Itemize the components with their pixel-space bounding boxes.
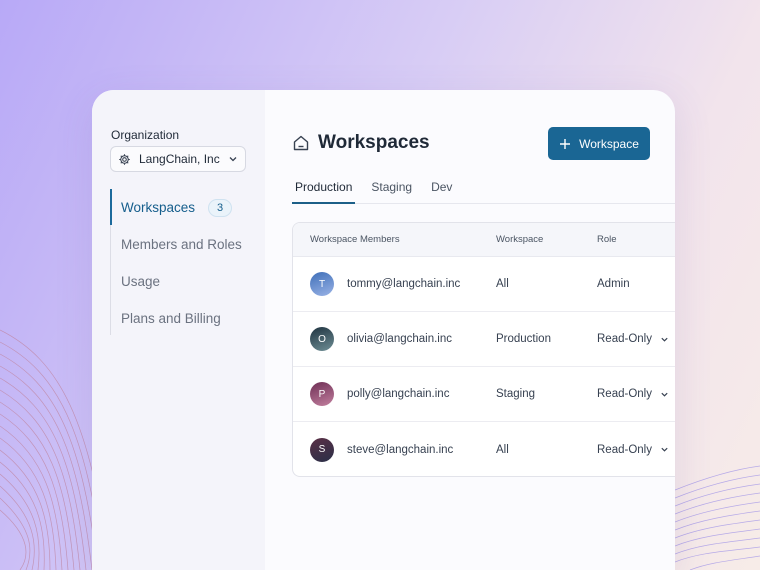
chevron-down-icon [661, 337, 668, 342]
sidebar-item-label: Workspaces [121, 200, 196, 215]
table-row: S steve@langchain.inc All Read-Only [293, 422, 675, 476]
sidebar-item-members-and-roles[interactable]: Members and Roles [111, 226, 260, 263]
sidebar-item-usage[interactable]: Usage [111, 263, 260, 300]
header-role: Role [597, 234, 617, 245]
sidebar-item-label: Plans and Billing [121, 311, 221, 326]
member-workspace: All [496, 443, 509, 456]
table-header: Workspace Members Workspace Role [293, 223, 675, 257]
header-workspace-members: Workspace Members [310, 234, 400, 245]
member-workspace: Production [496, 333, 551, 345]
header-workspace: Workspace [496, 234, 544, 245]
table-row: T tommy@langchain.inc All Admin [293, 257, 675, 312]
tab-dev[interactable]: Dev [428, 178, 455, 204]
member-role: Admin [597, 278, 630, 290]
member-email: olivia@langchain.inc [347, 333, 453, 345]
member-email: tommy@langchain.inc [347, 278, 461, 290]
role-value: Admin [597, 278, 630, 290]
avatar: P [310, 382, 334, 406]
workspace-tabs: Production Staging Dev [292, 178, 675, 204]
sidebar: Organization LangChain, Inc Workspaces 3… [92, 90, 265, 570]
chevron-down-icon [661, 447, 668, 452]
role-select[interactable]: Read-Only [597, 333, 669, 345]
member-email: steve@langchain.inc [347, 443, 454, 456]
avatar: O [310, 327, 334, 351]
role-value: Read-Only [597, 443, 652, 456]
sidebar-item-label: Members and Roles [121, 237, 242, 252]
plus-icon [560, 138, 571, 149]
add-workspace-button[interactable]: Workspace [548, 127, 650, 160]
workspaces-count-badge: 3 [208, 198, 233, 217]
role-value: Read-Only [597, 388, 652, 400]
chevron-down-icon [661, 392, 668, 397]
sidebar-item-label: Usage [121, 274, 161, 289]
role-select[interactable]: Read-Only [597, 444, 669, 456]
app-window: Organization LangChain, Inc Workspaces 3… [92, 90, 675, 570]
add-workspace-label: Workspace [579, 136, 639, 151]
members-table: Workspace Members Workspace Role T tommy… [292, 222, 675, 477]
gear-icon [119, 153, 130, 165]
page-header: Workspaces [292, 132, 430, 154]
sidebar-item-plans-and-billing[interactable]: Plans and Billing [111, 300, 260, 337]
avatar: S [310, 437, 334, 462]
organization-select[interactable]: LangChain, Inc [110, 146, 246, 172]
tab-staging[interactable]: Staging [368, 178, 415, 204]
table-row: P polly@langchain.inc Staging Read-Only [293, 367, 675, 422]
tab-production[interactable]: Production [292, 178, 356, 204]
organization-label: Organization [111, 128, 180, 142]
role-value: Read-Only [597, 333, 652, 345]
role-select[interactable]: Read-Only [597, 388, 669, 400]
main-content: Workspaces Workspace Production Staging … [265, 90, 675, 570]
chevron-down-icon [229, 157, 237, 162]
sidebar-item-workspaces[interactable]: Workspaces 3 [110, 189, 260, 226]
sidebar-nav: Workspaces 3 Members and Roles Usage Pla… [110, 189, 260, 335]
home-icon [293, 135, 309, 151]
table-row: O olivia@langchain.inc Production Read-O… [293, 312, 675, 367]
avatar: T [310, 272, 334, 296]
member-workspace: All [496, 278, 509, 290]
organization-name: LangChain, Inc [139, 152, 220, 166]
member-workspace: Staging [496, 388, 536, 400]
page-title: Workspaces [318, 132, 430, 153]
member-email: polly@langchain.inc [347, 388, 450, 400]
